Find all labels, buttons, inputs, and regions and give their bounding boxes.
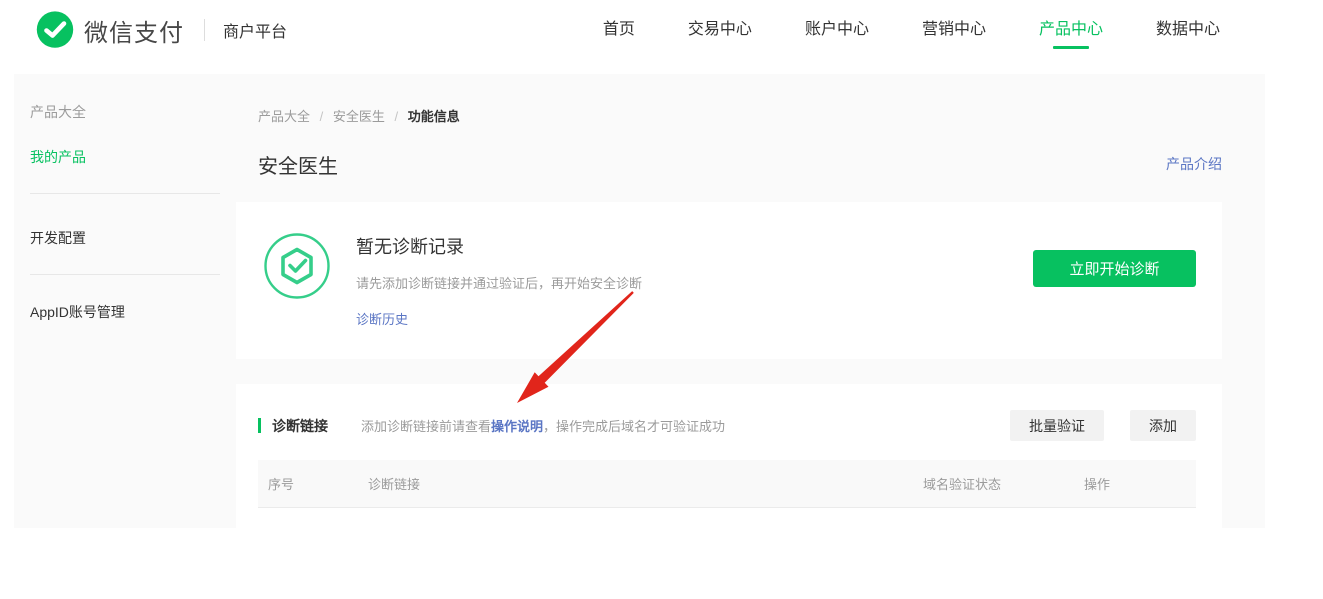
table-header-status: 域名验证状态 bbox=[906, 474, 1076, 493]
empty-state-text: 暂无诊断记录 请先添加诊断链接并通过验证后，再开始安全诊断 诊断历史 bbox=[356, 233, 642, 329]
operation-guide-link[interactable]: 操作说明 bbox=[491, 419, 543, 434]
product-intro-link[interactable]: 产品介绍 bbox=[1166, 154, 1222, 174]
breadcrumb-item[interactable]: 安全医生 bbox=[333, 109, 385, 124]
nav-item-data-center[interactable]: 数据中心 bbox=[1156, 10, 1220, 50]
brand-divider bbox=[204, 19, 205, 41]
links-table-header: 序号 诊断链接 域名验证状态 操作 bbox=[258, 460, 1196, 508]
table-header-link: 诊断链接 bbox=[368, 474, 906, 493]
empty-state-title: 暂无诊断记录 bbox=[356, 233, 642, 259]
top-nav: 首页 交易中心 账户中心 营销中心 产品中心 数据中心 bbox=[603, 10, 1220, 50]
breadcrumb-current: 功能信息 bbox=[408, 109, 460, 124]
nav-item-transaction-center[interactable]: 交易中心 bbox=[688, 10, 752, 50]
brand-group: 微信支付 商户平台 bbox=[36, 10, 287, 50]
wechat-pay-logo-icon bbox=[36, 11, 74, 49]
portal-name: 商户平台 bbox=[223, 18, 287, 42]
main-content: 产品大全 / 安全医生 / 功能信息 安全医生 产品介绍 暂无诊断记录 请先添加… bbox=[236, 74, 1265, 528]
shield-check-icon bbox=[264, 233, 330, 299]
sidebar-item-all-products[interactable]: 产品大全 bbox=[30, 104, 236, 120]
links-section-buttons: 批量验证 添加 bbox=[1010, 410, 1196, 441]
content-wrapper: 产品大全 我的产品 开发配置 AppID账号管理 产品大全 / 安全医生 / 功… bbox=[14, 74, 1265, 528]
nav-item-product-center[interactable]: 产品中心 bbox=[1039, 10, 1103, 50]
diagnosis-links-card: 诊断链接 添加诊断链接前请查看操作说明，操作完成后域名才可验证成功 批量验证 添… bbox=[236, 384, 1222, 532]
sidebar: 产品大全 我的产品 开发配置 AppID账号管理 bbox=[14, 74, 236, 528]
breadcrumb-separator: / bbox=[320, 109, 324, 124]
batch-verify-button[interactable]: 批量验证 bbox=[1010, 410, 1104, 441]
breadcrumb-separator: / bbox=[395, 109, 399, 124]
breadcrumb-item[interactable]: 产品大全 bbox=[258, 109, 310, 124]
sidebar-item-dev-config[interactable]: 开发配置 bbox=[30, 230, 236, 246]
sidebar-divider bbox=[30, 193, 220, 194]
hint-prefix: 添加诊断链接前请查看 bbox=[361, 419, 491, 434]
diagnosis-history-link[interactable]: 诊断历史 bbox=[356, 309, 408, 328]
section-accent-bar bbox=[258, 418, 261, 433]
empty-state-description: 请先添加诊断链接并通过验证后，再开始安全诊断 bbox=[356, 273, 642, 292]
sidebar-item-appid-management[interactable]: AppID账号管理 bbox=[30, 304, 236, 320]
nav-active-underline bbox=[1053, 46, 1089, 49]
nav-item-account-center[interactable]: 账户中心 bbox=[805, 10, 869, 50]
brand-name: 微信支付 bbox=[84, 13, 184, 48]
breadcrumb: 产品大全 / 安全医生 / 功能信息 bbox=[236, 106, 1222, 125]
nav-item-marketing-center[interactable]: 营销中心 bbox=[922, 10, 986, 50]
sidebar-item-my-products[interactable]: 我的产品 bbox=[30, 149, 236, 165]
sidebar-divider bbox=[30, 274, 220, 275]
links-section-hint: 添加诊断链接前请查看操作说明，操作完成后域名才可验证成功 bbox=[361, 416, 725, 435]
add-link-button[interactable]: 添加 bbox=[1130, 410, 1196, 441]
nav-item-home[interactable]: 首页 bbox=[603, 10, 635, 50]
table-header-action: 操作 bbox=[1076, 474, 1196, 493]
hint-suffix: ，操作完成后域名才可验证成功 bbox=[543, 419, 725, 434]
table-header-index: 序号 bbox=[258, 474, 368, 493]
diagnosis-empty-card: 暂无诊断记录 请先添加诊断链接并通过验证后，再开始安全诊断 诊断历史 立即开始诊… bbox=[236, 202, 1222, 359]
links-section-title: 诊断链接 bbox=[272, 416, 328, 436]
title-row: 安全医生 产品介绍 bbox=[236, 151, 1222, 177]
start-diagnosis-button[interactable]: 立即开始诊断 bbox=[1033, 250, 1196, 287]
links-section-header: 诊断链接 添加诊断链接前请查看操作说明，操作完成后域名才可验证成功 批量验证 添… bbox=[258, 410, 1196, 441]
top-header: 微信支付 商户平台 首页 交易中心 账户中心 营销中心 产品中心 数据中心 bbox=[0, 0, 1323, 74]
page-title: 安全医生 bbox=[258, 150, 338, 179]
